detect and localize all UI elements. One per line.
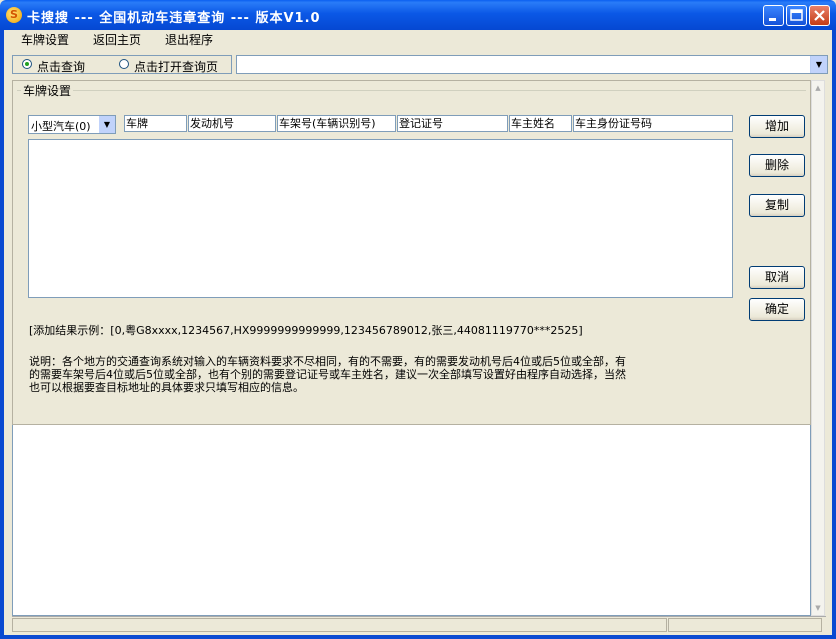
field-owner-id[interactable]: 车主身份证号码 <box>573 115 733 132</box>
window-border-bottom <box>0 635 836 639</box>
chevron-down-icon[interactable]: ▼ <box>810 56 827 73</box>
menu-exit[interactable]: 退出程序 <box>165 32 213 48</box>
description-line: 的需要车架号后4位或后5位或全部，也有个别的需要登记证号或车主姓名，建议一次全部… <box>29 368 626 381</box>
window-border-left <box>0 30 4 639</box>
plate-settings-panel: 车牌设置 小型汽车(0) ▼ 车牌 发动机号 车架号(车辆识别号) 登记证号 车… <box>12 80 811 425</box>
field-plate[interactable]: 车牌 <box>124 115 187 132</box>
field-owner-name[interactable]: 车主姓名 <box>509 115 572 132</box>
menu-plate-settings[interactable]: 车牌设置 <box>21 32 69 48</box>
query-url-combo[interactable]: ▼ <box>236 55 828 74</box>
vertical-scrollbar[interactable]: ▲ ▼ <box>811 80 825 616</box>
field-registration-number[interactable]: 登记证号 <box>397 115 508 132</box>
example-text: [添加结果示例：[0,粤G8xxxx,1234567,HX99999999999… <box>29 324 583 337</box>
maximize-button[interactable] <box>786 5 807 26</box>
field-vin[interactable]: 车架号(车辆识别号) <box>277 115 396 132</box>
description-line: 说明：各个地方的交通查询系统对输入的车辆资料要求不尽相同，有的不需要，有的需要发… <box>29 355 626 368</box>
menu-return-home[interactable]: 返回主页 <box>93 32 141 48</box>
field-engine-number[interactable]: 发动机号 <box>188 115 276 132</box>
menu-bar: 车牌设置 返回主页 退出程序 <box>4 30 832 50</box>
description-line: 也可以根据要查目标地址的具体要求只填写相应的信息。 <box>29 381 304 394</box>
close-icon <box>814 10 825 21</box>
description-text: 说明：各个地方的交通查询系统对输入的车辆资料要求不尽相同，有的不需要，有的需要发… <box>29 355 709 394</box>
minimize-icon <box>769 18 776 21</box>
ok-button[interactable]: 确定 <box>749 298 805 321</box>
group-border <box>17 90 806 91</box>
minimize-button[interactable] <box>763 5 784 26</box>
mode-radio-group: 点击查询 点击打开查询页 <box>12 55 232 74</box>
status-bar <box>12 616 826 634</box>
close-button[interactable] <box>809 5 830 26</box>
vehicle-type-select[interactable]: 小型汽车(0) ▼ <box>28 115 116 134</box>
add-button[interactable]: 增加 <box>749 115 805 138</box>
toolbar: 点击查询 点击打开查询页 ▼ <box>4 54 832 76</box>
main-window: S 卡搜搜 --- 全国机动车违章查询 --- 版本V1.0 车牌设置 返回主页… <box>0 0 836 639</box>
status-cell-main <box>12 618 667 632</box>
copy-button[interactable]: 复制 <box>749 194 805 217</box>
radio-open-page[interactable] <box>119 59 129 69</box>
status-cell-secondary <box>668 618 822 632</box>
scroll-up-icon[interactable]: ▲ <box>812 81 824 95</box>
window-title: 卡搜搜 --- 全国机动车违章查询 --- 版本V1.0 <box>27 11 321 26</box>
window-border-right <box>832 30 836 639</box>
radio-open-page-label[interactable]: 点击打开查询页 <box>134 58 218 75</box>
plate-list[interactable] <box>28 139 733 298</box>
delete-button[interactable]: 删除 <box>749 154 805 177</box>
vehicle-type-value: 小型汽车(0) <box>31 120 91 133</box>
app-logo-icon: S <box>6 7 22 23</box>
cancel-button[interactable]: 取消 <box>749 266 805 289</box>
scroll-down-icon[interactable]: ▼ <box>812 601 824 615</box>
title-bar[interactable]: S 卡搜搜 --- 全国机动车违章查询 --- 版本V1.0 <box>0 0 836 30</box>
maximize-icon <box>790 9 803 21</box>
radio-query-label[interactable]: 点击查询 <box>37 58 85 75</box>
chevron-down-icon[interactable]: ▼ <box>99 116 115 133</box>
plate-settings-title: 车牌设置 <box>21 82 74 99</box>
radio-query[interactable] <box>22 59 32 69</box>
